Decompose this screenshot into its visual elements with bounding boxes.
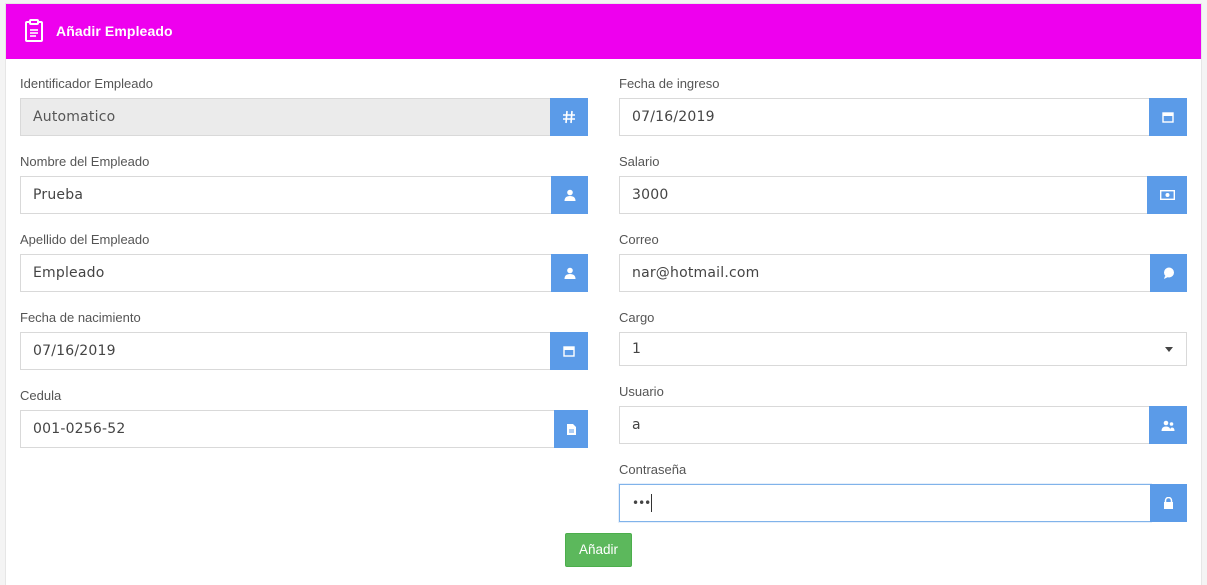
chat-bubble-icon [1150, 254, 1187, 292]
password-label: Contraseña [619, 462, 687, 477]
hire-date-input[interactable]: 07/16/2019 [619, 98, 1150, 136]
chevron-down-icon [1165, 347, 1173, 352]
position-label: Cargo [619, 310, 655, 325]
employee-name-input[interactable]: Prueba [20, 176, 552, 214]
document-icon [554, 410, 588, 448]
employee-id-field: Automatico [20, 98, 551, 136]
username-input[interactable]: a [619, 406, 1150, 444]
position-select[interactable]: 1 [619, 332, 1187, 366]
cedula-input[interactable]: 001-0256-52 [20, 410, 555, 448]
employee-id-label: Identificador Empleado [20, 76, 153, 91]
password-input[interactable]: ••• [619, 484, 1151, 522]
birthdate-label: Fecha de nacimiento [20, 310, 141, 325]
employee-name-label: Nombre del Empleado [20, 154, 150, 169]
employee-lastname-input[interactable]: Empleado [20, 254, 552, 292]
employee-lastname-label: Apellido del Empleado [20, 232, 150, 247]
hash-icon [550, 98, 588, 136]
salary-input[interactable]: 3000 [619, 176, 1148, 214]
cedula-label: Cedula [20, 388, 62, 403]
money-icon [1147, 176, 1187, 214]
birthdate-input[interactable]: 07/16/2019 [20, 332, 551, 370]
clipboard-icon [24, 19, 44, 43]
username-label: Usuario [619, 384, 664, 399]
password-mask: ••• [632, 496, 651, 510]
hire-date-label: Fecha de ingreso [619, 76, 720, 91]
calendar-icon[interactable] [1149, 98, 1187, 136]
position-select-value: 1 [632, 341, 641, 357]
email-input[interactable]: nar@hotmail.com [619, 254, 1151, 292]
user-icon [551, 254, 588, 292]
user-icon [551, 176, 588, 214]
text-cursor [651, 494, 653, 512]
card-header: Añadir Empleado [6, 4, 1201, 59]
add-employee-button[interactable]: Añadir [565, 533, 632, 567]
page-title: Añadir Empleado [56, 23, 173, 39]
lock-icon [1150, 484, 1187, 522]
salary-label: Salario [619, 154, 660, 169]
calendar-icon[interactable] [550, 332, 588, 370]
users-icon [1149, 406, 1187, 444]
email-label: Correo [619, 232, 659, 247]
